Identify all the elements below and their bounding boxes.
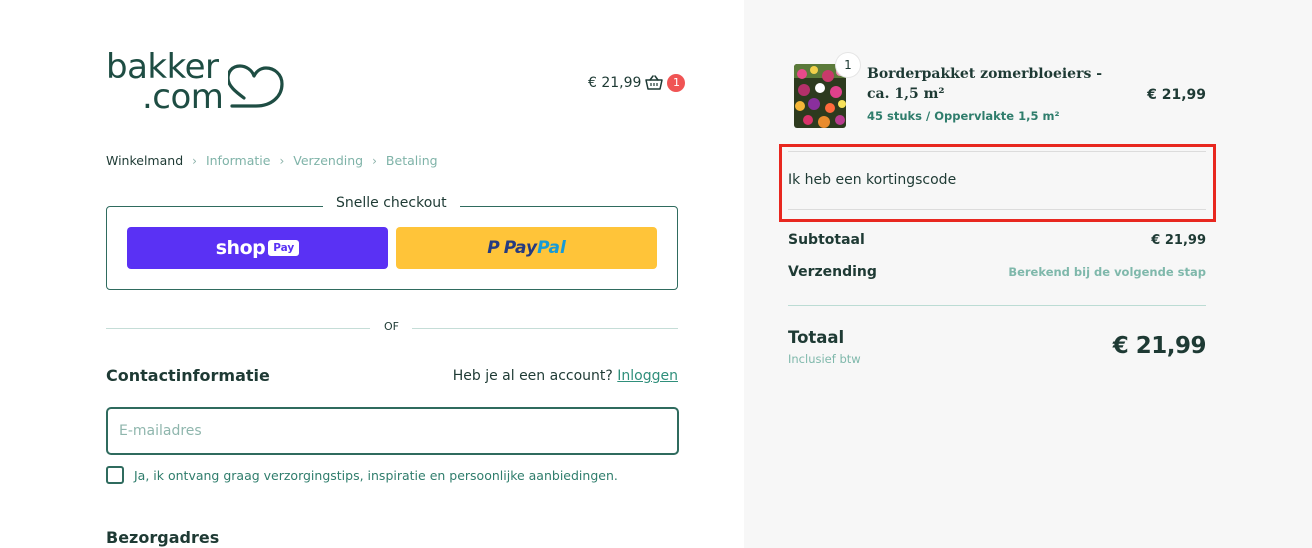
breadcrumb-informatie: Informatie: [205, 153, 271, 168]
cart-summary[interactable]: € 21,99 1: [588, 73, 686, 93]
cart-price: € 21,99: [588, 75, 642, 91]
heart-logo-icon: [228, 64, 284, 108]
contact-section-title: Contactinformatie: [106, 366, 270, 385]
express-checkout: Snelle checkout shop Pay P Pay Pal: [106, 195, 678, 290]
basket-icon: [645, 75, 664, 91]
shipping-row: Verzending Berekend bij de volgende stap: [788, 264, 1206, 280]
login-link[interactable]: Inloggen: [617, 368, 678, 384]
divider-line: [106, 328, 370, 329]
total-label: Totaal: [788, 328, 845, 347]
product-variant: 45 stuks / Oppervlakte 1,5 m²: [867, 109, 1060, 123]
highlight-box: [779, 144, 1216, 222]
chevron-right-icon: ›: [279, 153, 285, 168]
order-line-item: 1 Borderpakket zomerbloeiers - ca. 1,5 m…: [794, 53, 1206, 130]
or-divider: OF: [106, 320, 678, 336]
newsletter-optin[interactable]: Ja, ik ontvang graag verzorgingstips, in…: [106, 466, 618, 484]
bakker-logo[interactable]: bakker .com: [106, 50, 296, 120]
paypal-button[interactable]: P Pay Pal: [396, 227, 657, 269]
shop-pay-logo-text: shop: [215, 237, 266, 259]
account-prompt-text: Heb je al een account?: [452, 368, 613, 384]
shop-pay-button[interactable]: shop Pay: [127, 227, 388, 269]
breadcrumb: Winkelmand › Informatie › Verzending › B…: [106, 153, 438, 168]
shipping-value: Berekend bij de volgende stap: [1008, 265, 1206, 279]
newsletter-label: Ja, ik ontvang graag verzorgingstips, in…: [134, 467, 618, 483]
logo-text-com: .com: [142, 77, 224, 117]
email-input[interactable]: [106, 407, 679, 455]
cart-count-badge: 1: [667, 74, 686, 92]
subtotal-value: € 21,99: [1151, 233, 1206, 248]
chevron-right-icon: ›: [192, 153, 197, 168]
product-name: Borderpakket zomerbloeiers - ca. 1,5 m²: [867, 66, 1103, 102]
express-checkout-title: Snelle checkout: [323, 195, 460, 211]
breadcrumb-betaling: Betaling: [385, 153, 438, 168]
subtotal-row: Subtotaal € 21,99: [788, 232, 1206, 248]
divider-line: [788, 305, 1206, 306]
shop-pay-pill: Pay: [268, 240, 300, 256]
total-tax-note: Inclusief btw: [788, 352, 861, 366]
product-image: [794, 64, 846, 128]
divider-line: [412, 328, 678, 329]
subtotal-label: Subtotaal: [788, 232, 865, 248]
product-price: € 21,99: [1147, 87, 1206, 103]
order-summary: 1 Borderpakket zomerbloeiers - ca. 1,5 m…: [744, 0, 1312, 548]
account-prompt: Heb je al een account? Inloggen: [453, 368, 678, 384]
quantity-badge: 1: [836, 53, 860, 77]
newsletter-checkbox[interactable]: [106, 466, 124, 484]
or-label: OF: [384, 320, 399, 333]
shipping-address-title: Bezorgadres: [106, 528, 220, 547]
total-value: € 21,99: [1112, 333, 1207, 359]
paypal-logo-part2: Pal: [537, 238, 566, 258]
breadcrumb-winkelmand[interactable]: Winkelmand: [106, 153, 183, 168]
breadcrumb-verzending: Verzending: [293, 153, 364, 168]
shipping-label: Verzending: [788, 264, 877, 280]
paypal-logo-part1: Pay: [503, 238, 538, 258]
paypal-icon: P: [487, 238, 500, 258]
checkout-main: bakker .com € 21,99 1 Winkelmand › Infor…: [0, 0, 744, 548]
chevron-right-icon: ›: [372, 153, 377, 168]
